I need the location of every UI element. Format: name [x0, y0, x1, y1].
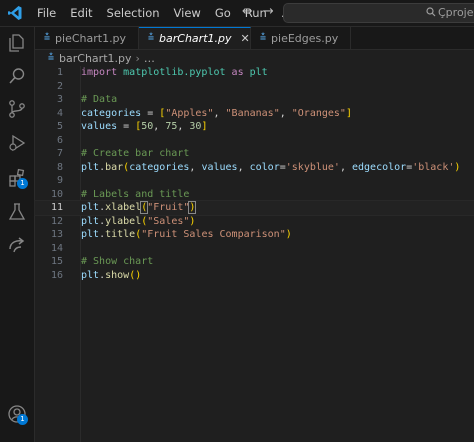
line-text: import matplotlib.pyplot as plt [81, 67, 268, 78]
code-line: 6 [35, 134, 474, 148]
line-number: 16 [50, 269, 63, 281]
code-line: 16 plt.show() [35, 269, 474, 283]
testing-icon [8, 203, 26, 220]
editor-tab-bar: ≛ pieChart1.py ≛ barChart1.py ✕ ≛ pieEdg… [35, 27, 474, 50]
code-line: 15 # Show chart [35, 255, 474, 269]
source-control-button[interactable] [5, 97, 29, 121]
breadcrumb-file[interactable]: barChart1.py [59, 52, 131, 65]
python-file-icon: ≛ [148, 33, 155, 44]
line-text: categories = ["Apples", "Bananas", "Oran… [81, 107, 352, 119]
line-number: 2 [56, 80, 63, 92]
menu-file[interactable]: File [30, 6, 63, 20]
line-number: 1 [56, 67, 63, 78]
code-line: 13 plt.title("Fruit Sales Comparison") [35, 228, 474, 242]
current-code-line: 11 plt.xlabel("Fruit") [34, 200, 474, 216]
line-number: 11 [50, 202, 63, 213]
line-number: 5 [56, 121, 63, 132]
search-icon [9, 68, 25, 84]
line-text: # Labels and title [81, 188, 190, 200]
remote-icon [9, 237, 25, 253]
forward-arrow-icon[interactable]: → [263, 4, 274, 19]
breadcrumb-more[interactable]: … [144, 52, 155, 65]
menu-selection[interactable]: Selection [100, 6, 167, 20]
line-number: 13 [50, 229, 63, 240]
line-number: 3 [56, 94, 63, 105]
tab-label: pieChart1.py [55, 31, 127, 45]
search-icon [426, 7, 436, 17]
menu-edit[interactable]: Edit [63, 6, 99, 20]
testing-button[interactable] [5, 200, 29, 224]
python-file-icon: ≛ [44, 32, 51, 44]
line-text: # Create bar chart [81, 148, 190, 159]
breadcrumb: ≛ barChart1.py › … [48, 50, 155, 66]
code-line: 4 categories = ["Apples", "Bananas", "Or… [35, 107, 474, 121]
code-line: 7 # Create bar chart [35, 147, 474, 161]
code-line: 10 # Labels and title [35, 188, 474, 202]
command-center-text: Çprojects [438, 6, 474, 19]
tab-label: pieEdges.py [271, 31, 339, 45]
line-number: 14 [50, 242, 63, 254]
code-line: 14 [35, 242, 474, 256]
code-line: 9 [35, 174, 474, 188]
extensions-badge: 1 [17, 178, 28, 189]
line-number: 15 [50, 256, 63, 267]
back-arrow-icon[interactable]: ← [242, 4, 253, 19]
line-text: plt.ylabel("Sales") [81, 215, 196, 227]
python-file-icon: ≛ [48, 52, 55, 64]
code-line: 1 import matplotlib.pyplot as plt [35, 66, 474, 80]
line-text: values = [50, 75, 30] [81, 121, 208, 132]
python-file-icon: ≛ [260, 32, 267, 44]
source-control-icon [9, 100, 25, 118]
tab-piechart1[interactable]: ≛ pieChart1.py [35, 27, 139, 49]
code-line: 12 plt.ylabel("Sales") [35, 215, 474, 229]
line-text: plt.xlabel("Fruit") [81, 201, 197, 214]
code-line: 2 [35, 80, 474, 94]
line-text: # Data [81, 94, 118, 105]
line-text: plt.show() [81, 269, 142, 281]
vscode-logo-icon[interactable] [7, 5, 23, 21]
remote-explorer-button[interactable] [5, 233, 29, 257]
line-text: plt.title("Fruit Sales Comparison") [81, 229, 292, 240]
chevron-right-icon: › [135, 51, 140, 65]
tab-label: barChart1.py [159, 32, 232, 45]
line-text: plt.bar(categories, values, color='skybl… [81, 161, 461, 173]
close-icon[interactable]: ✕ [241, 32, 250, 45]
explorer-icon [9, 34, 24, 52]
line-number: 9 [56, 175, 63, 186]
tab-pieedges[interactable]: ≛ pieEdges.py [251, 27, 351, 49]
line-number: 6 [56, 134, 63, 146]
code-editor[interactable]: 1 import matplotlib.pyplot as plt 2 3 # … [34, 66, 474, 442]
code-line: 8 plt.bar(categories, values, color='sky… [35, 161, 474, 175]
line-text: # Show chart [81, 256, 154, 267]
navigation-arrows: ← → [242, 4, 274, 19]
explorer-button[interactable] [5, 31, 29, 55]
menu-view[interactable]: View [167, 6, 208, 20]
run-debug-icon [9, 134, 26, 152]
line-number: 12 [50, 215, 63, 227]
line-number: 10 [50, 188, 63, 200]
tab-barchart1[interactable]: ≛ barChart1.py ✕ [139, 27, 251, 49]
run-debug-button[interactable] [5, 131, 29, 155]
search-button[interactable] [5, 64, 29, 88]
menu-go[interactable]: Go [208, 6, 238, 20]
code-line: 5 values = [50, 75, 30] [35, 120, 474, 134]
activity-bar: 1 1 [0, 27, 35, 442]
line-number: 8 [56, 161, 63, 173]
title-bar: File Edit Selection View Go Run … ← → Çp… [0, 0, 474, 27]
text-cursor [195, 201, 197, 213]
code-line: 3 # Data [35, 93, 474, 107]
accounts-badge: 1 [17, 414, 28, 425]
line-number: 7 [56, 148, 63, 159]
line-number: 4 [56, 107, 63, 119]
command-center-search[interactable]: Çprojects [283, 3, 474, 23]
